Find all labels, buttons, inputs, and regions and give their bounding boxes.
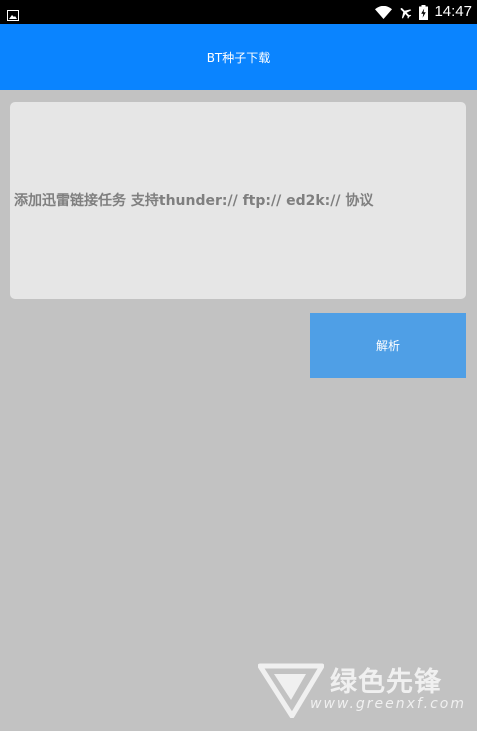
image-icon <box>7 6 19 21</box>
parse-button[interactable]: 解析 <box>310 313 466 378</box>
watermark-title: 绿色先锋 <box>330 667 442 698</box>
app-bar: BT种子下载 <box>0 24 477 90</box>
airplane-mode-icon <box>398 5 413 20</box>
watermark-url: www.greenxf.com <box>310 696 466 712</box>
battery-icon <box>419 4 429 20</box>
magnet-link-input[interactable] <box>10 102 466 299</box>
watermark-logo-icon <box>257 662 325 722</box>
wifi-icon <box>375 5 393 19</box>
page-title: BT种子下载 <box>206 50 271 65</box>
status-time: 14:47 <box>434 3 472 20</box>
watermark: 绿色先锋 www.greenxf.com <box>257 660 468 719</box>
status-icons: 14:47 <box>375 0 472 24</box>
status-bar: 14:47 <box>0 0 477 24</box>
